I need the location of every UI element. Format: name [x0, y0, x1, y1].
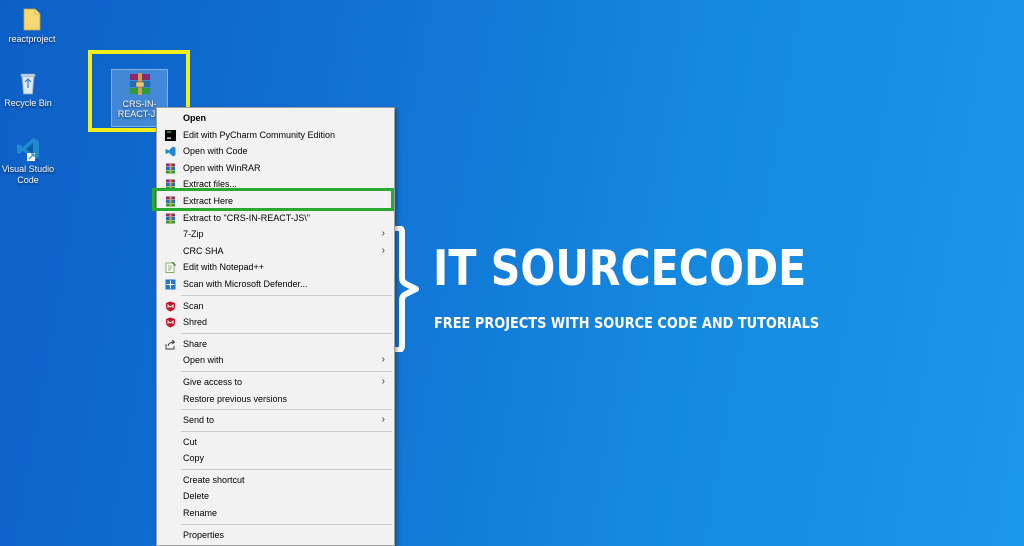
menu-separator — [181, 409, 392, 411]
menu-item-7zip[interactable]: 7-Zip › — [157, 226, 394, 243]
folder-icon — [23, 8, 41, 31]
context-menu: Open Edit with PyCharm Community Edition… — [156, 107, 395, 546]
menu-item-delete[interactable]: Delete — [157, 488, 394, 505]
defender-icon — [165, 279, 176, 290]
menu-item-crc-sha[interactable]: CRC SHA › — [157, 243, 394, 260]
menu-item-edit-pycharm[interactable]: Edit with PyCharm Community Edition — [157, 127, 394, 144]
menu-separator — [181, 430, 392, 432]
menu-separator — [181, 294, 392, 296]
winrar-archive-icon — [129, 73, 150, 95]
winrar-icon — [166, 179, 175, 191]
brand-title: IT SOURCECODE — [433, 240, 807, 297]
recycle-bin-icon — [20, 73, 36, 95]
vscode-icon — [17, 138, 39, 161]
menu-item-rename[interactable]: Rename — [157, 505, 394, 522]
winrar-icon — [166, 195, 175, 207]
mcafee-shield-icon — [166, 301, 175, 312]
menu-item-restore-versions[interactable]: Restore previous versions — [157, 391, 394, 408]
menu-item-open-with-code[interactable]: Open with Code — [157, 143, 394, 160]
vscode-icon — [165, 146, 176, 157]
menu-item-cut[interactable]: Cut — [157, 434, 394, 451]
desktop-icon-recycle-bin[interactable]: Recycle Bin — [0, 70, 60, 109]
desktop-icon-label: Visual Studio Code — [1, 164, 55, 185]
brand-tagline: FREE PROJECTS WITH SOURCE CODE AND TUTOR… — [434, 314, 820, 332]
menu-item-edit-notepadpp[interactable]: Edit with Notepad++ — [157, 259, 394, 276]
menu-item-give-access[interactable]: Give access to › — [157, 374, 394, 391]
menu-item-mcafee-scan[interactable]: Scan — [157, 298, 394, 315]
desktop-icon-vscode[interactable]: Visual Studio Code — [0, 136, 60, 186]
winrar-icon — [166, 212, 175, 224]
menu-item-extract-files[interactable]: Extract files... — [157, 176, 394, 193]
menu-item-create-shortcut[interactable]: Create shortcut — [157, 472, 394, 489]
menu-item-properties[interactable]: Properties — [157, 527, 394, 544]
desktop-icon-label: Recycle Bin — [4, 98, 52, 108]
chevron-right-icon: › — [381, 228, 385, 240]
menu-item-extract-here[interactable]: Extract Here — [157, 193, 394, 210]
menu-separator — [181, 523, 392, 525]
menu-item-open-with-winrar[interactable]: Open with WinRAR — [157, 160, 394, 177]
pycharm-icon — [165, 129, 176, 141]
menu-item-mcafee-shred[interactable]: Shred — [157, 314, 394, 331]
menu-item-open[interactable]: Open — [157, 110, 394, 127]
menu-item-open-with[interactable]: Open with › — [157, 352, 394, 369]
menu-item-extract-to-folder[interactable]: Extract to "CRS-IN-REACT-JS\" — [157, 210, 394, 227]
mcafee-shield-icon — [166, 317, 175, 328]
menu-item-send-to[interactable]: Send to › — [157, 412, 394, 429]
chevron-right-icon: › — [381, 244, 385, 256]
desktop-icon-label: CRS-IN-REACT-JS — [117, 99, 162, 119]
menu-separator — [181, 468, 392, 470]
menu-separator — [181, 332, 392, 334]
menu-item-scan-defender[interactable]: Scan with Microsoft Defender... — [157, 276, 394, 293]
share-icon — [165, 339, 176, 350]
desktop-icon-reactproject[interactable]: reactproject — [0, 6, 64, 45]
chevron-right-icon: › — [381, 414, 385, 426]
chevron-right-icon: › — [381, 354, 385, 366]
menu-item-share[interactable]: Share — [157, 336, 394, 353]
winrar-icon — [166, 162, 175, 174]
menu-item-copy[interactable]: Copy — [157, 450, 394, 467]
desktop-icon-label: reactproject — [8, 34, 56, 44]
chevron-right-icon: › — [381, 375, 385, 387]
notepadpp-icon — [165, 262, 176, 274]
menu-separator — [181, 370, 392, 372]
